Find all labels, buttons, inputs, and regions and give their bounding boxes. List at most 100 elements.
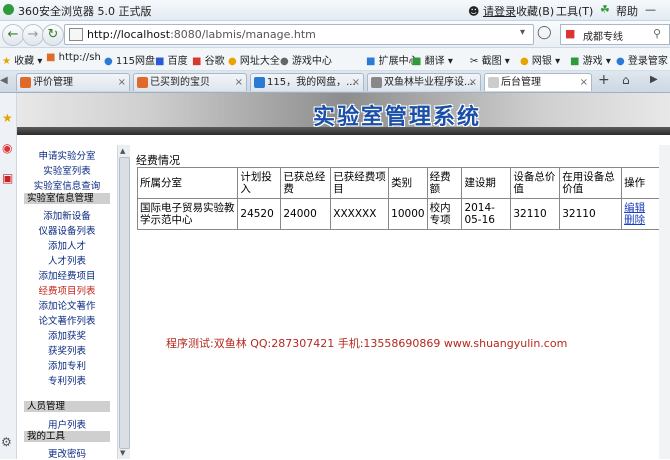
- menu-scrollbar-thumb[interactable]: [119, 157, 130, 449]
- tab-purchased[interactable]: 已买到的宝贝 ×: [133, 73, 247, 91]
- back-button[interactable]: ←: [2, 24, 24, 46]
- menu-section-header[interactable]: 实验室信息管理: [24, 193, 110, 204]
- menu-item[interactable]: 人才列表: [20, 253, 114, 267]
- settings-gear-icon[interactable]: ⚙: [1, 435, 12, 449]
- address-url[interactable]: http://localhost:8080/labmis/manage.htm: [87, 28, 316, 41]
- refresh-button[interactable]: ↻: [42, 24, 64, 46]
- login-link[interactable]: ☻ 请登录: [468, 3, 516, 19]
- minimize-icon[interactable]: —: [645, 3, 656, 16]
- tab-115-disk[interactable]: 115，我的网盘，... ×: [250, 73, 364, 91]
- menu-item[interactable]: 获奖列表: [20, 343, 114, 357]
- skin-icon[interactable]: ☘: [600, 3, 610, 16]
- translate-icon: ■: [412, 56, 422, 67]
- weibo-icon[interactable]: ◉: [2, 141, 12, 155]
- scroll-down-icon[interactable]: ▼: [120, 449, 125, 457]
- menu-item[interactable]: 添加专利: [20, 358, 114, 372]
- tools-menu[interactable]: 工具(T): [556, 3, 593, 19]
- search-input[interactable]: 成都专线: [583, 28, 623, 43]
- games-button[interactable]: ■ 游戏 ▾: [570, 52, 611, 67]
- menu-item[interactable]: 用户列表: [20, 417, 114, 431]
- bookmark-item[interactable]: ■ http://sh: [46, 52, 101, 63]
- menu-item[interactable]: 论文著作列表: [20, 313, 114, 327]
- browser-titlebar: 360安全浏览器 5.0 正式版 ☻ 请登录 收藏(B) 工具(T) ☘ 帮助 …: [0, 0, 670, 21]
- window-title: 360安全浏览器 5.0 正式版: [18, 5, 152, 18]
- menu-item[interactable]: 实验室信息查询: [20, 178, 114, 192]
- mail-icon[interactable]: ▣: [2, 171, 13, 185]
- table-cell: 24000: [280, 198, 332, 230]
- table-row: 国际电子贸易实验教学示范中心 24520 24000 XXXXXX 10000 …: [136, 198, 660, 230]
- new-tab-icon[interactable]: +: [598, 72, 610, 88]
- close-tab-icon[interactable]: ×: [469, 74, 477, 91]
- tab-shuangyulin[interactable]: 双鱼林毕业程序设... ×: [367, 73, 481, 91]
- column-header: 操作: [621, 167, 660, 199]
- bookmark-item[interactable]: ● 115网盘: [104, 52, 155, 67]
- screenshot-button[interactable]: ✂ 截图 ▾: [470, 52, 510, 67]
- scissors-icon: ✂: [470, 56, 479, 67]
- bookmark-item[interactable]: ■ 百度: [155, 52, 188, 67]
- tab-favicon-icon: [254, 77, 265, 88]
- bookmark-icon: ●: [104, 56, 113, 67]
- bookmark-item[interactable]: ● 网址大全: [228, 52, 280, 67]
- menu-item[interactable]: 申请实验分室: [20, 148, 114, 162]
- browser-sidebar: ★ ◉ ▣ ⚙: [0, 93, 17, 459]
- forward-button[interactable]: →: [22, 24, 44, 46]
- help-menu[interactable]: 帮助: [616, 3, 638, 19]
- close-tab-icon[interactable]: ×: [352, 74, 360, 91]
- table-cell: 2014-05-16: [461, 198, 512, 230]
- menu-item[interactable]: 添加经费项目: [20, 268, 114, 282]
- tab-admin[interactable]: 后台管理 ×: [484, 73, 592, 91]
- column-header: 设备总价值: [510, 167, 561, 199]
- column-header: 已获总经费: [280, 167, 332, 199]
- translate-button[interactable]: ■ 翻译 ▾: [412, 52, 453, 67]
- bookmark-item[interactable]: ■ 谷歌: [192, 52, 225, 67]
- menu-item[interactable]: 添加论文著作: [20, 298, 114, 312]
- menu-item[interactable]: 添加新设备: [20, 208, 114, 222]
- shield-icon[interactable]: ◯: [537, 25, 552, 40]
- edit-link[interactable]: 编辑: [624, 202, 657, 214]
- menu-item[interactable]: 专利列表: [20, 373, 114, 387]
- navigation-bar: ← → ↻ http://localhost:8080/labmis/manag…: [0, 21, 670, 48]
- column-header: 在用设备总价值: [559, 167, 623, 199]
- tab-favicon-icon: [488, 77, 499, 88]
- close-tab-icon[interactable]: ×: [580, 74, 588, 91]
- menu-item[interactable]: 仪器设备列表: [20, 223, 114, 237]
- close-tab-icon[interactable]: ×: [235, 74, 243, 91]
- bookmark-icon: ●: [228, 56, 237, 67]
- search-engine-icon: ■: [565, 27, 576, 40]
- menu-item[interactable]: 添加获奖: [20, 328, 114, 342]
- forward-arrow-icon: →: [27, 27, 39, 42]
- bookmark-item[interactable]: ● 游戏中心: [280, 52, 332, 67]
- gamepad-icon: ●: [280, 56, 289, 67]
- menu-scrollbar[interactable]: ▲ ▼: [117, 145, 130, 459]
- favorites-button[interactable]: ★ 收藏 ▾: [2, 52, 42, 67]
- tab-scroll-right-icon[interactable]: ▶: [650, 74, 658, 85]
- close-tab-icon[interactable]: ×: [118, 74, 126, 91]
- menu-item[interactable]: 更改密码: [20, 446, 114, 460]
- menu-section-header[interactable]: 人员管理: [24, 401, 110, 412]
- scroll-up-icon[interactable]: ▲: [120, 147, 125, 155]
- refresh-icon: ↻: [47, 27, 59, 42]
- login-manager-button[interactable]: ● 登录管家: [616, 52, 668, 67]
- address-bar[interactable]: http://localhost:8080/labmis/manage.htm …: [64, 24, 534, 45]
- favorites-menu[interactable]: 收藏(B): [516, 3, 554, 19]
- game-icon: ■: [570, 56, 580, 67]
- favorites-sidebar-icon[interactable]: ★: [2, 111, 13, 125]
- menu-item[interactable]: 实验室列表: [20, 163, 114, 177]
- menu-item[interactable]: 添加人才: [20, 238, 114, 252]
- tab-evaluation[interactable]: 评价管理 ×: [16, 73, 130, 91]
- column-header: 计划投入: [237, 167, 282, 199]
- bookmarks-bar: ★ 收藏 ▾ ■ http://sh ● 115网盘 ■ 百度 ■ 谷歌 ● 网…: [0, 48, 670, 71]
- back-arrow-icon: ←: [7, 27, 19, 42]
- table-cell: XXXXXX: [330, 198, 390, 230]
- search-box[interactable]: ■ 成都专线 ⚲: [560, 24, 670, 45]
- extension-center-button[interactable]: ■ 扩展中心: [366, 52, 419, 67]
- online-banking-button[interactable]: ● 网银 ▾: [520, 52, 560, 67]
- search-icon[interactable]: ⚲: [653, 27, 661, 40]
- delete-link[interactable]: 删除: [624, 214, 657, 226]
- address-dropdown-icon[interactable]: ▾: [520, 27, 525, 38]
- tab-scroll-left-icon[interactable]: ◀: [0, 75, 8, 86]
- menu-item-active[interactable]: 经费项目列表: [20, 283, 114, 297]
- menu-section-header[interactable]: 我的工具: [24, 431, 110, 442]
- home-icon[interactable]: ⌂: [622, 73, 630, 87]
- column-header: 经费额: [426, 167, 463, 199]
